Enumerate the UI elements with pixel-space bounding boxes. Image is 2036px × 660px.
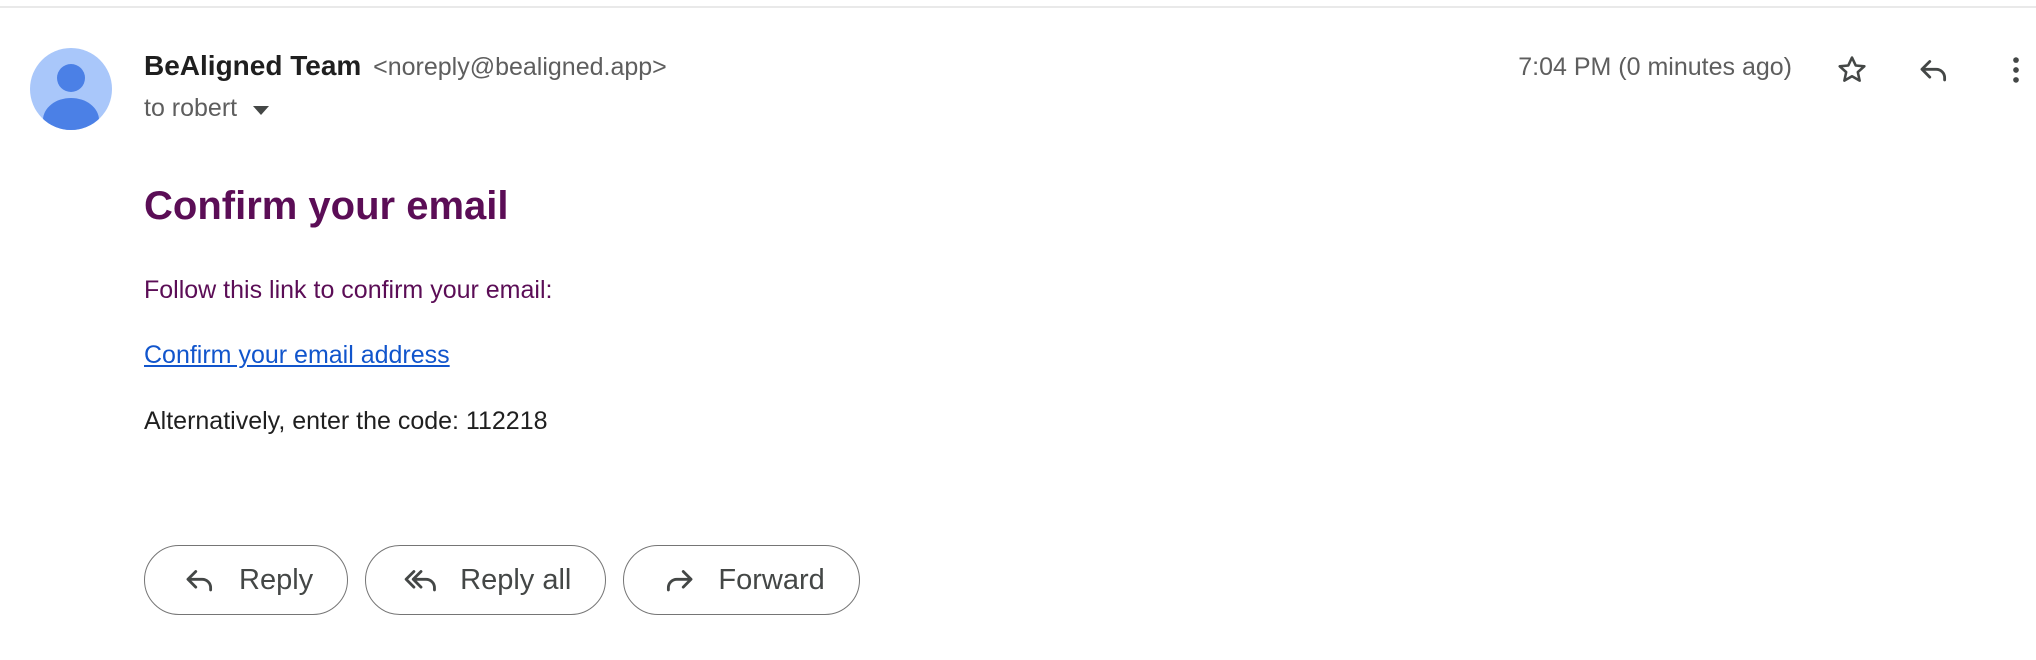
forward-button-label: Forward: [718, 563, 825, 596]
top-divider: [0, 6, 2036, 8]
more-vert-icon: [2013, 57, 2019, 83]
instruction-text: Follow this link to confirm your email:: [144, 276, 553, 304]
sender-name[interactable]: BeAligned Team: [144, 50, 361, 81]
forward-icon: [667, 570, 693, 592]
confirm-email-link[interactable]: Confirm your email address: [144, 341, 450, 370]
reply-button-header[interactable]: [1912, 48, 1956, 92]
email-view: BeAligned Team <noreply@bealigned.app> t…: [0, 0, 2036, 660]
reply-icon: [186, 570, 213, 592]
email-heading: Confirm your email: [144, 184, 509, 228]
more-options-button[interactable]: [1994, 48, 2036, 92]
sender-line: BeAligned Team <noreply@bealigned.app>: [144, 50, 667, 82]
forward-button[interactable]: Forward: [623, 545, 860, 615]
star-icon: [1838, 56, 1866, 82]
reply-button-label: Reply: [239, 563, 314, 596]
recipient-label: to robert: [144, 94, 238, 122]
recipient-details-toggle[interactable]: to robert: [144, 94, 270, 123]
reply-all-button-label: Reply all: [460, 563, 572, 596]
message-actions: Reply Reply all Forward: [144, 545, 860, 615]
reply-button[interactable]: Reply: [144, 545, 349, 615]
reply-all-button[interactable]: Reply all: [365, 545, 607, 615]
reply-icon: [1920, 60, 1947, 82]
star-button[interactable]: [1830, 48, 1874, 92]
person-icon: [43, 64, 99, 130]
avatar[interactable]: [30, 48, 112, 130]
timestamp: 7:04 PM (0 minutes ago): [1518, 53, 1792, 81]
reply-all-icon: [404, 570, 437, 592]
sender-email: <noreply@bealigned.app>: [373, 53, 667, 81]
confirmation-code-text: Alternatively, enter the code: 112218: [144, 407, 548, 435]
chevron-down-icon: [253, 106, 270, 115]
